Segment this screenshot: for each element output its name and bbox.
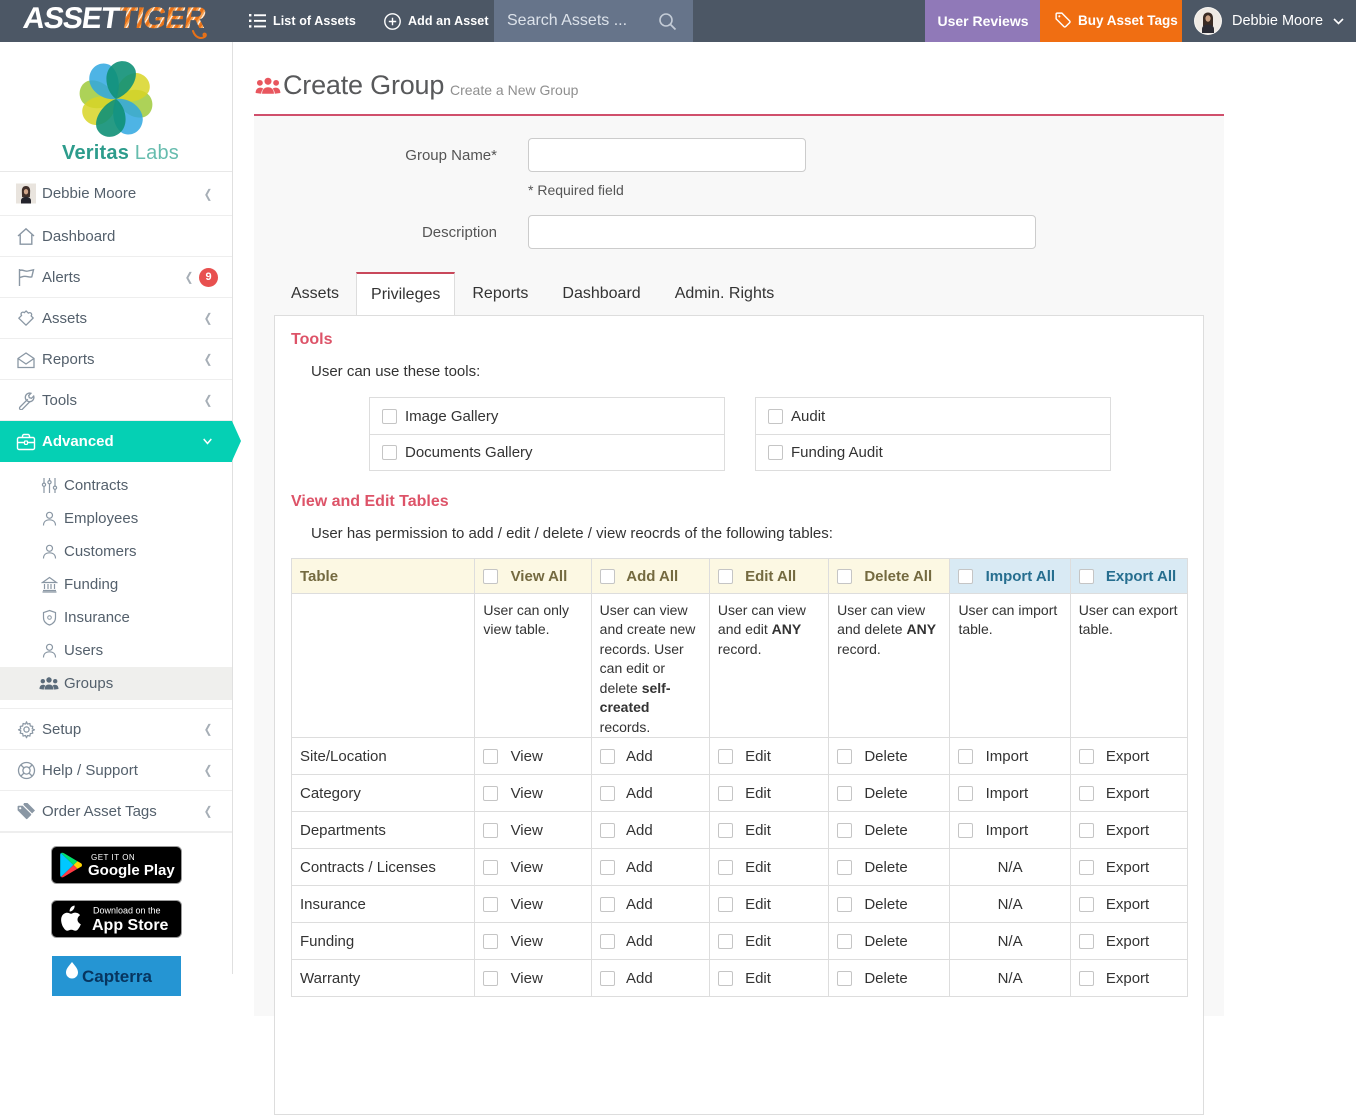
svg-text:App Store: App Store [92, 917, 169, 934]
svg-text:Download on the: Download on the [93, 906, 161, 916]
svg-text:GET IT ON: GET IT ON [91, 853, 135, 862]
svg-text:Google Play: Google Play [88, 862, 175, 879]
